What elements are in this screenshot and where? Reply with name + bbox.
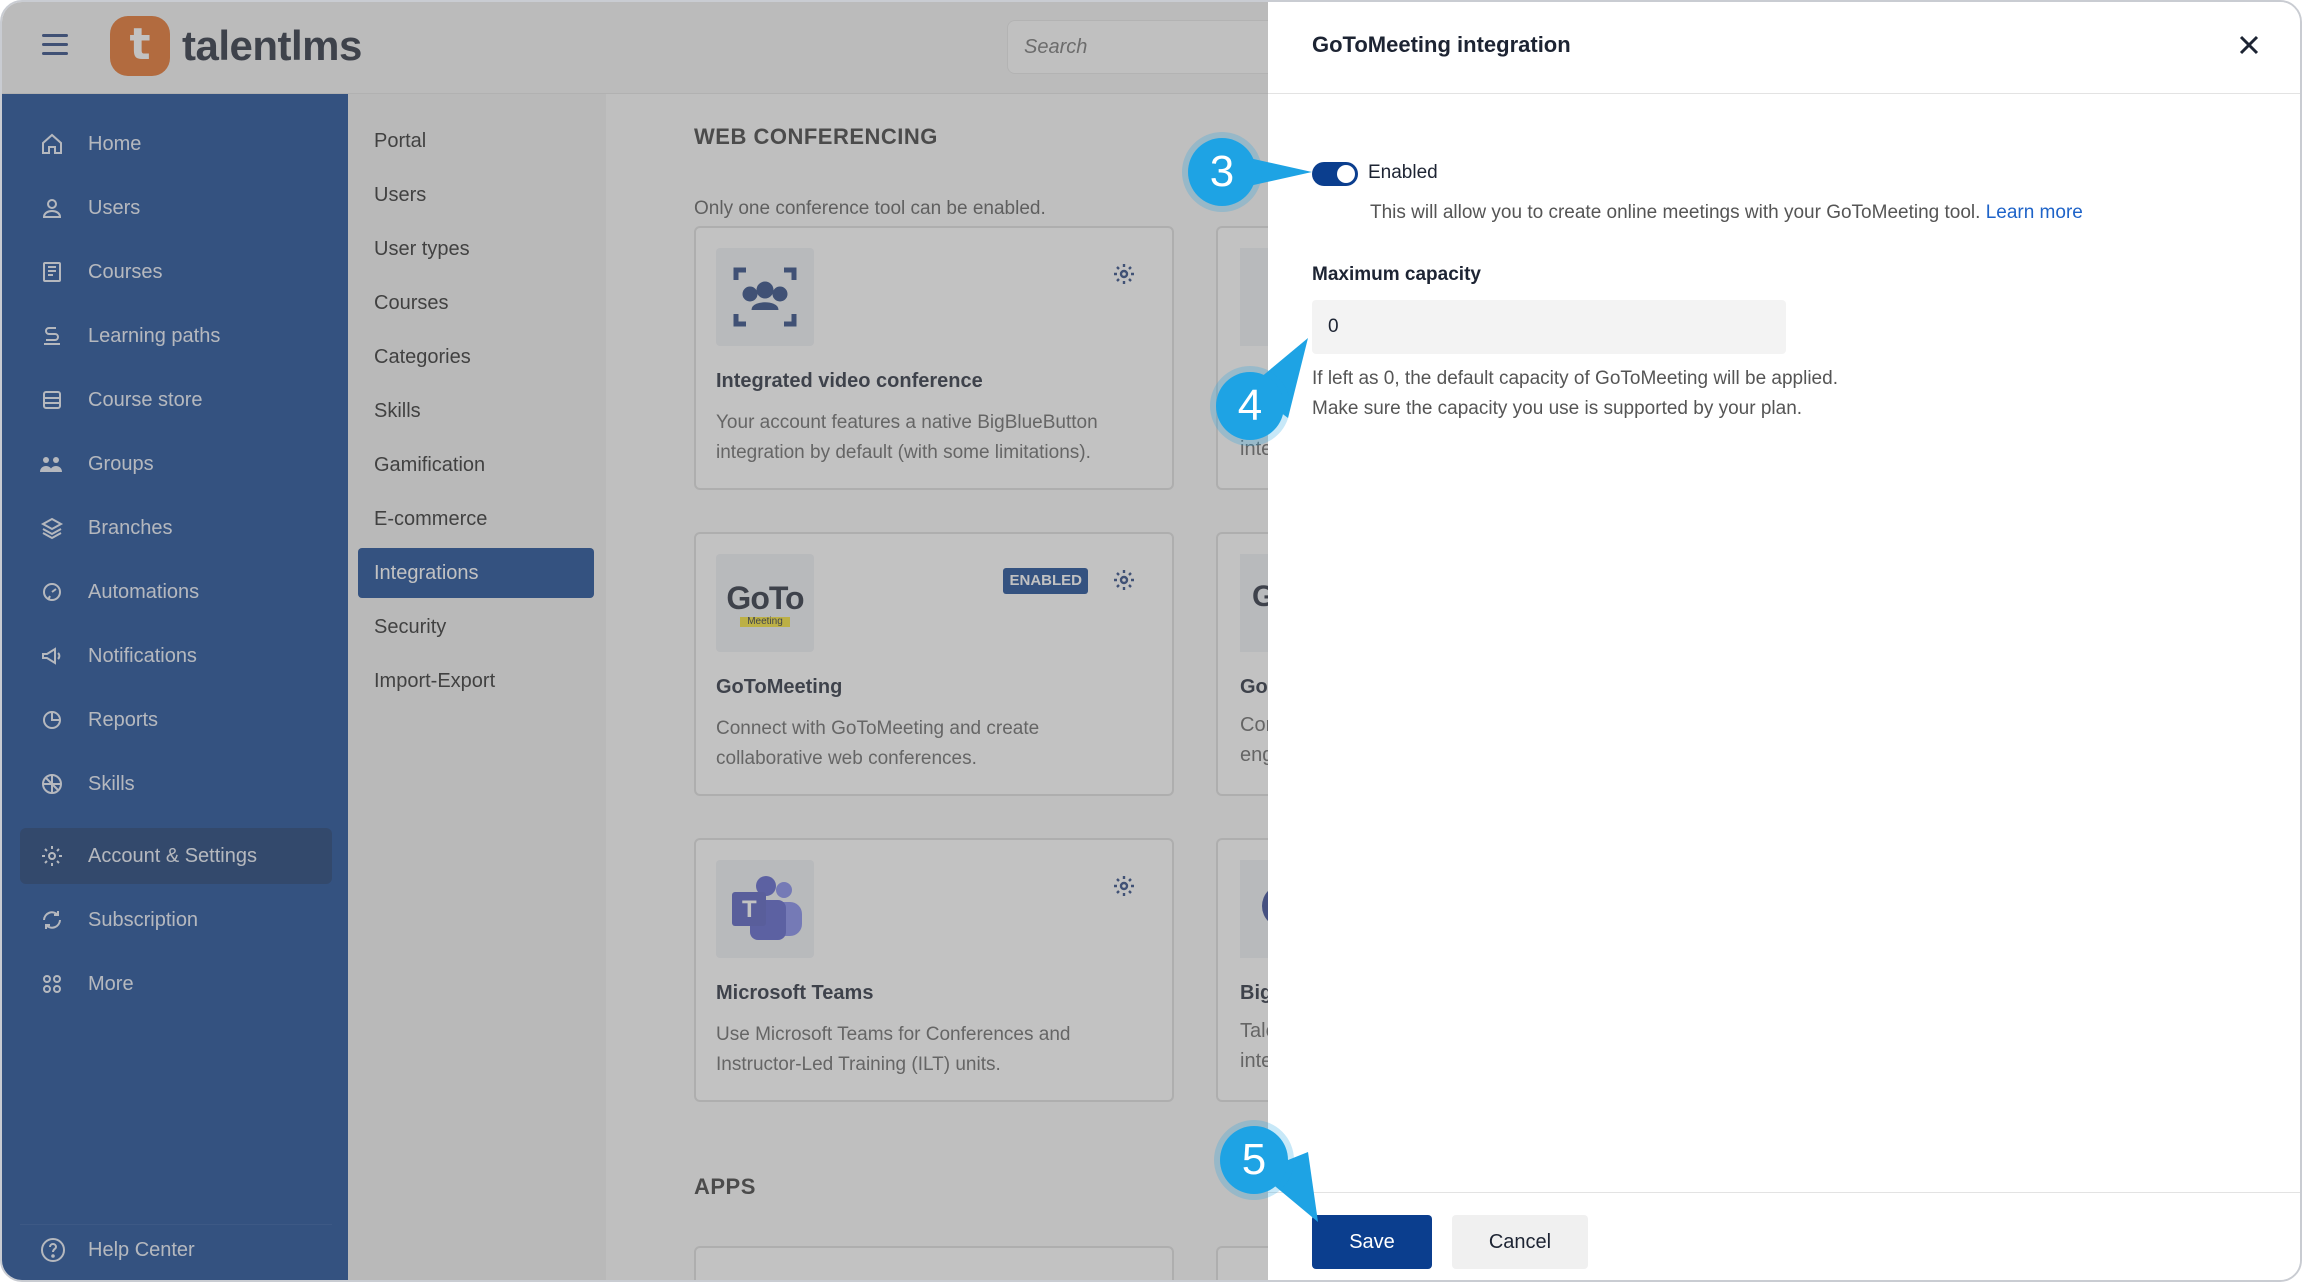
drawer-title: GoToMeeting integration bbox=[1312, 32, 1571, 57]
integration-drawer: GoToMeeting integration Enabled This wil… bbox=[1268, 2, 2300, 1280]
capacity-label: Maximum capacity bbox=[1312, 264, 1481, 285]
callout-step-3: 3 bbox=[1188, 138, 1256, 206]
toggle-label: Enabled bbox=[1368, 162, 1438, 183]
app-window: t talentlms Search Home Users Courses Le… bbox=[0, 0, 2302, 1282]
callout-step-5: 5 bbox=[1220, 1126, 1288, 1194]
close-icon[interactable] bbox=[2234, 30, 2264, 60]
learn-more-link[interactable]: Learn more bbox=[1986, 202, 2083, 223]
capacity-input[interactable] bbox=[1312, 300, 1786, 354]
cancel-button[interactable]: Cancel bbox=[1452, 1215, 1588, 1269]
enabled-toggle[interactable] bbox=[1312, 162, 1358, 186]
drawer-header: GoToMeeting integration bbox=[1268, 2, 2300, 94]
callout-step-4: 4 bbox=[1216, 372, 1284, 440]
toggle-help-text: This will allow you to create online mee… bbox=[1370, 202, 2083, 224]
drawer-footer: Save Cancel bbox=[1268, 1192, 2300, 1280]
toggle-help: This will allow you to create online mee… bbox=[1370, 202, 1981, 223]
capacity-help: If left as 0, the default capacity of Go… bbox=[1312, 364, 1838, 424]
save-button[interactable]: Save bbox=[1312, 1215, 1432, 1269]
modal-backdrop[interactable] bbox=[2, 2, 1268, 1280]
capacity-help-line: Make sure the capacity you use is suppor… bbox=[1312, 398, 1803, 419]
capacity-help-line: If left as 0, the default capacity of Go… bbox=[1312, 368, 1838, 389]
toggle-knob bbox=[1337, 165, 1355, 183]
